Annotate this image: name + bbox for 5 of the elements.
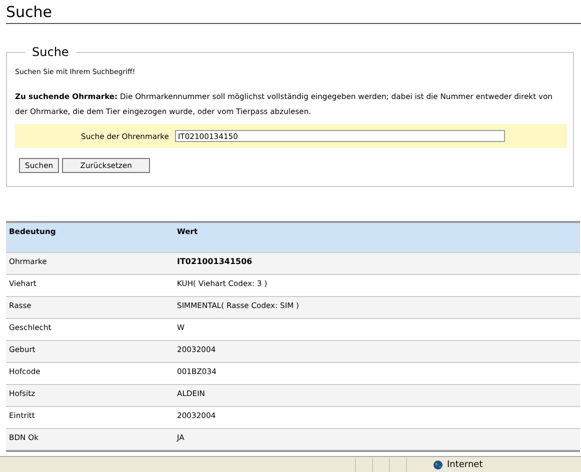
page-title: Suche — [6, 3, 581, 24]
status-zone: Internet — [447, 460, 483, 470]
table-cell: IT021001341506 — [174, 252, 580, 274]
panel-legend: Suche — [25, 45, 76, 59]
globe-icon — [433, 460, 443, 470]
